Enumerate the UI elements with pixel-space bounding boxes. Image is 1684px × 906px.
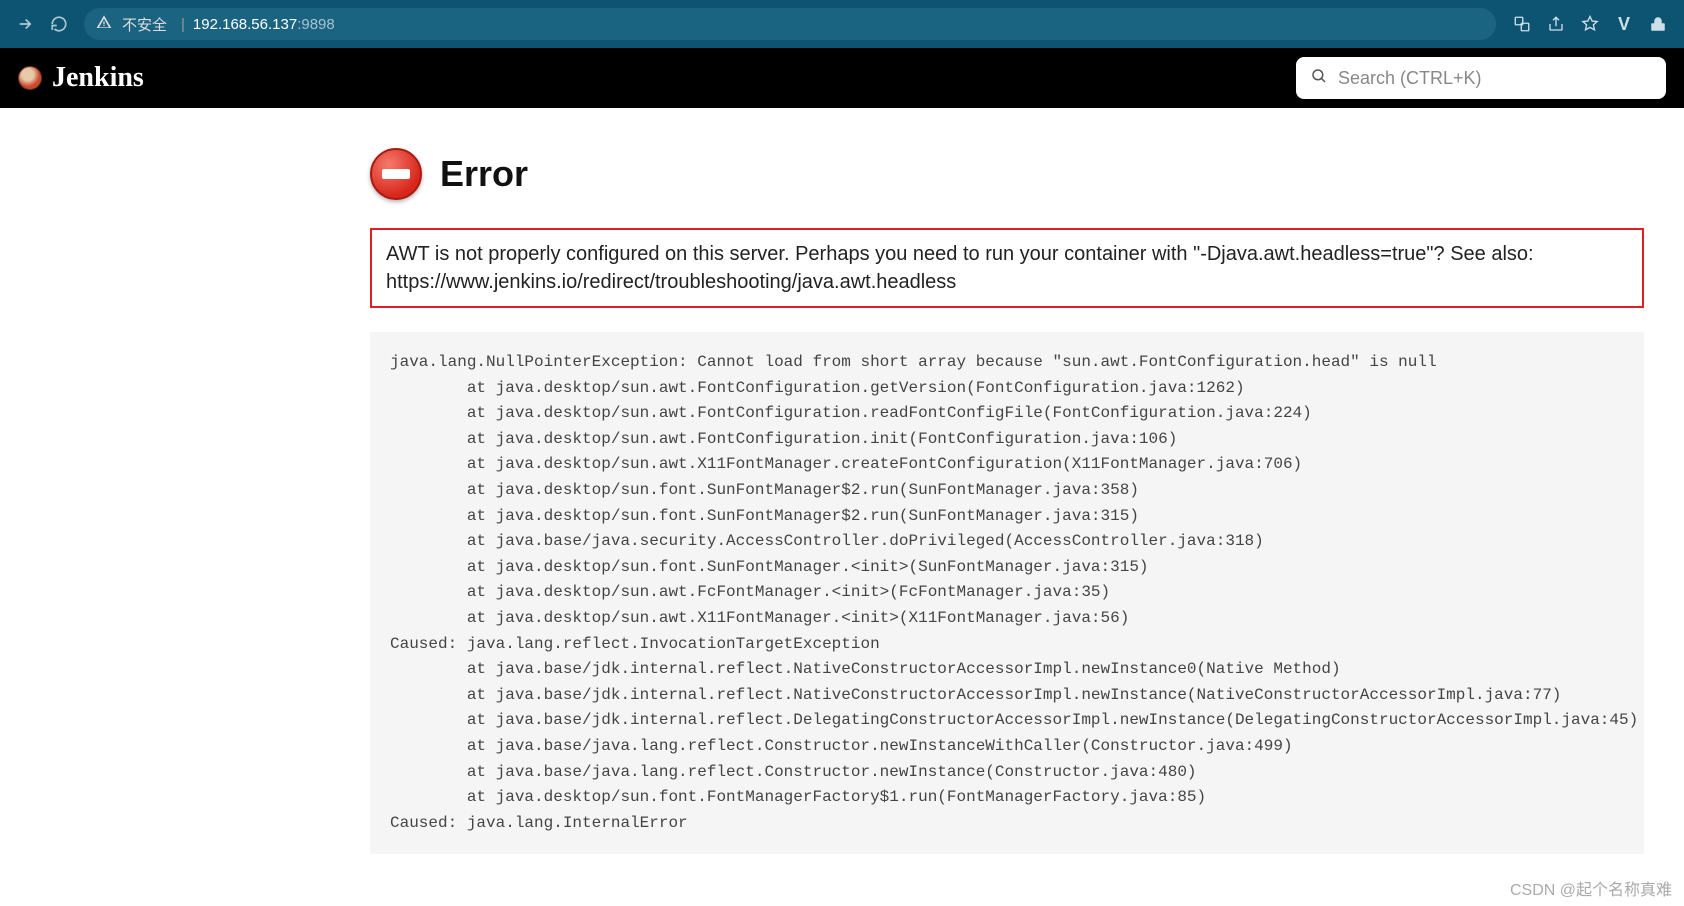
error-header: Error (370, 148, 1684, 200)
error-icon (370, 148, 422, 200)
browser-toolbar: 不安全 | 192.168.56.137:9898 V (0, 0, 1684, 48)
jenkins-icon (18, 66, 42, 90)
translate-icon[interactable] (1512, 14, 1532, 34)
error-message-box: AWT is not properly configured on this s… (370, 228, 1644, 308)
divider: | (181, 16, 185, 33)
url-port: :9898 (297, 16, 335, 33)
stack-trace: java.lang.NullPointerException: Cannot l… (370, 332, 1644, 854)
address-bar[interactable]: 不安全 | 192.168.56.137:9898 (84, 8, 1496, 40)
watermark: CSDN @起个名称真难 (1510, 876, 1672, 900)
browser-right-icons: V (1504, 14, 1676, 34)
url-host: 192.168.56.137 (193, 16, 297, 33)
nav-forward-button[interactable] (8, 7, 42, 41)
insecure-label: 不安全 (122, 14, 167, 35)
main-content: Error AWT is not properly configured on … (0, 108, 1684, 854)
share-icon[interactable] (1546, 14, 1566, 34)
search-input[interactable] (1338, 68, 1652, 89)
insecure-icon (96, 14, 112, 34)
error-message-text: AWT is not properly configured on this s… (386, 240, 1628, 296)
jenkins-brand-text: Jenkins (52, 62, 144, 94)
error-title: Error (440, 153, 528, 195)
reload-button[interactable] (42, 7, 76, 41)
jenkins-header: Jenkins (0, 48, 1684, 108)
bookmark-icon[interactable] (1580, 14, 1600, 34)
extensions-icon[interactable] (1648, 14, 1668, 34)
search-icon (1310, 67, 1328, 90)
vue-ext-icon[interactable]: V (1614, 14, 1634, 34)
jenkins-logo[interactable]: Jenkins (18, 62, 144, 94)
search-box[interactable] (1296, 57, 1666, 99)
